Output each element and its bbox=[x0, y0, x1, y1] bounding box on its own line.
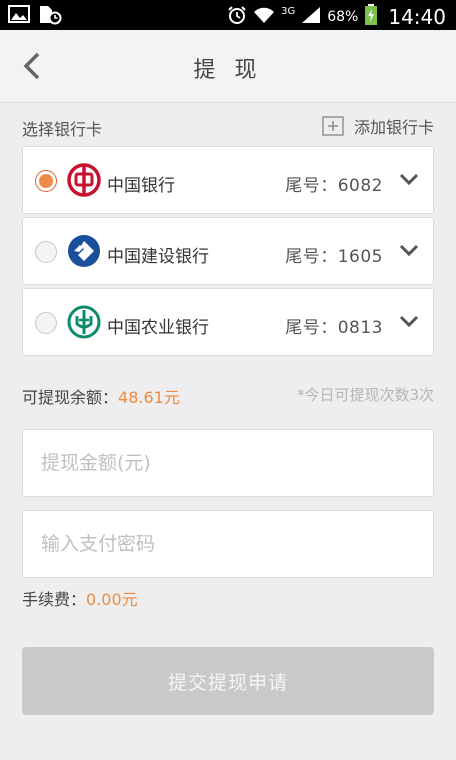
wifi-icon bbox=[253, 6, 275, 28]
chevron-down-icon[interactable] bbox=[399, 315, 419, 329]
password-field[interactable] bbox=[22, 510, 434, 578]
chevron-down-icon[interactable] bbox=[399, 244, 419, 258]
radio-selected[interactable] bbox=[35, 170, 57, 192]
submit-withdraw-button[interactable]: 提交提现申请 bbox=[22, 647, 434, 715]
bank-card-abc[interactable]: 中国农业银行 尾号：0813 bbox=[22, 288, 434, 356]
add-box-icon bbox=[322, 116, 344, 136]
amount-field[interactable] bbox=[22, 429, 434, 497]
bank-name: 中国农业银行 bbox=[107, 318, 209, 338]
alarm-icon bbox=[227, 5, 247, 29]
page-title: 提 现 bbox=[193, 58, 263, 83]
available-balance: 可提现余额：48.61元 bbox=[22, 384, 180, 408]
image-icon bbox=[8, 5, 30, 29]
bank-card-ccb[interactable]: 中国建设银行 尾号：1605 bbox=[22, 217, 434, 285]
withdraw-limit-note: *今日可提现次数3次 bbox=[296, 386, 434, 404]
card-tail-number: 尾号：1605 bbox=[285, 247, 383, 267]
battery-percent: 68% bbox=[327, 9, 359, 25]
clock: 14:40 bbox=[388, 5, 446, 29]
bank-card-boc[interactable]: 中国银行 尾号：6082 bbox=[22, 146, 434, 214]
radio-unselected[interactable] bbox=[35, 241, 57, 263]
card-tail-number: 尾号：0813 bbox=[285, 318, 383, 338]
chevron-down-icon[interactable] bbox=[399, 173, 419, 187]
signal-icon bbox=[301, 6, 321, 28]
bank-name: 中国银行 bbox=[107, 176, 175, 196]
password-input[interactable] bbox=[23, 511, 421, 577]
bank-name: 中国建设银行 bbox=[107, 247, 209, 267]
select-card-label: 选择银行卡 bbox=[22, 120, 103, 139]
network-type: 3G bbox=[281, 5, 296, 17]
service-fee: 手续费：0.00元 bbox=[22, 586, 138, 610]
ccb-logo-icon bbox=[68, 235, 100, 267]
battery-charging-icon bbox=[364, 4, 378, 30]
abc-logo-icon bbox=[67, 305, 101, 339]
fee-label: 手续费： bbox=[22, 590, 87, 609]
radio-unselected[interactable] bbox=[35, 312, 57, 334]
fee-amount: 0.00元 bbox=[86, 590, 138, 609]
header-bar: 提 现 bbox=[0, 30, 456, 103]
boc-logo-icon bbox=[67, 163, 101, 197]
add-card-button[interactable]: 添加银行卡 bbox=[322, 114, 434, 138]
add-card-label: 添加银行卡 bbox=[353, 118, 434, 137]
status-bar: 3G 68% 14:40 bbox=[0, 0, 456, 30]
file-sync-icon bbox=[38, 5, 62, 29]
amount-input[interactable] bbox=[23, 430, 421, 496]
balance-label: 可提现余额： bbox=[22, 388, 119, 407]
balance-amount: 48.61元 bbox=[118, 388, 180, 407]
card-tail-number: 尾号：6082 bbox=[285, 176, 383, 196]
